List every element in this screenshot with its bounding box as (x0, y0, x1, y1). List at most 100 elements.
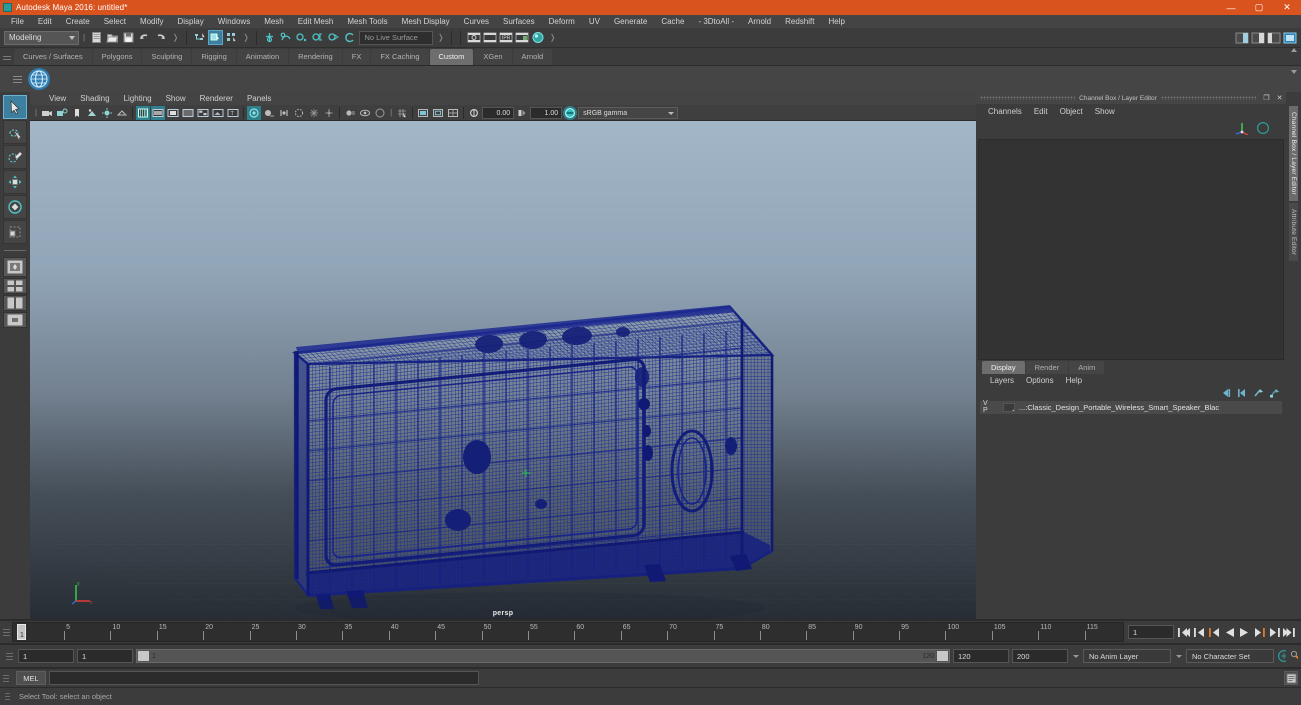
step-back-key-icon[interactable] (1208, 626, 1220, 639)
time-slider-track[interactable]: 1 5 10 15 20 25 30 35 40 45 50 55 60 65 70 75 80 85 90 95 1… (12, 622, 1124, 642)
auto-keyframe-icon[interactable] (1277, 649, 1286, 663)
new-scene-icon[interactable] (89, 30, 104, 45)
layer-menu-help[interactable]: Help (1060, 376, 1088, 385)
ipr-render-icon[interactable] (482, 30, 497, 45)
channelbox-menu-show[interactable]: Show (1089, 107, 1121, 116)
menu-item-curves[interactable]: Curves (457, 15, 496, 28)
snap-to-projected-center-icon[interactable] (310, 30, 325, 45)
manipulator-axis-icon[interactable] (1234, 119, 1250, 140)
close-button[interactable]: ✕ (1273, 0, 1301, 15)
resolution-gate-icon[interactable] (431, 106, 445, 120)
viewport-menu-show[interactable]: Show (159, 92, 193, 105)
gamma-field[interactable]: 1.00 (530, 106, 563, 119)
depth-of-field-icon[interactable] (322, 106, 336, 120)
save-scene-icon[interactable] (121, 30, 136, 45)
select-tool[interactable] (3, 95, 27, 119)
scale-tool[interactable] (3, 220, 27, 244)
channelbox-menu-object[interactable]: Object (1054, 107, 1089, 116)
select-camera-icon[interactable] (40, 106, 54, 120)
snap-to-point-icon[interactable] (294, 30, 309, 45)
xray-icon[interactable] (358, 106, 372, 120)
ambient-occlusion-icon[interactable] (277, 106, 291, 120)
menu-item-uv[interactable]: UV (582, 15, 607, 28)
channelbox-menu-channels[interactable]: Channels (982, 107, 1028, 116)
rotate-tool[interactable] (3, 195, 27, 219)
live-surface-field[interactable]: No Live Surface (359, 30, 434, 45)
3dtoall-globe-icon[interactable] (28, 68, 50, 90)
make-live-icon[interactable] (342, 30, 357, 45)
sidebar-toggle-channelbox-icon[interactable] (1234, 30, 1249, 45)
panel-drag-dots-right[interactable] (1160, 96, 1256, 100)
time-slider-handle[interactable] (0, 622, 12, 642)
anim-layer-field[interactable]: No Anim Layer (1083, 649, 1171, 663)
menu-item-modify[interactable]: Modify (133, 15, 171, 28)
select-by-hierarchy-icon[interactable] (192, 30, 207, 45)
four-view-layout[interactable] (3, 278, 27, 294)
range-bar[interactable]: 1 120 (136, 649, 950, 663)
channelbox-speed-icon[interactable] (1256, 121, 1270, 140)
current-frame-field[interactable]: 1 (1128, 625, 1174, 639)
shelf-tab-rigging[interactable]: Rigging (192, 48, 236, 65)
step-back-frame-icon[interactable] (1193, 626, 1205, 639)
layer-visibility-playback[interactable]: V P (983, 400, 999, 414)
move-tool[interactable] (3, 170, 27, 194)
menu-item-generate[interactable]: Generate (607, 15, 654, 28)
single-perspective-layout[interactable] (3, 257, 27, 277)
menu-item-select[interactable]: Select (97, 15, 133, 28)
menu-set-dropdown[interactable]: Modeling (4, 30, 79, 45)
menu-item-file[interactable]: File (4, 15, 31, 28)
smooth-shade-all-icon[interactable] (151, 105, 166, 120)
isolate-select-icon[interactable] (343, 106, 357, 120)
multisample-icon[interactable] (307, 106, 321, 120)
viewport-menu-panels[interactable]: Panels (240, 92, 278, 105)
side-tab-attribute-editor[interactable]: Attribute Editor (1289, 202, 1298, 262)
layer-tab-render[interactable]: Render (1025, 360, 1069, 374)
channel-box-content[interactable] (978, 139, 1284, 360)
statusline-collapse-3[interactable]: ❭ (241, 33, 252, 42)
viewport-menu-shading[interactable]: Shading (73, 92, 116, 105)
shelf-scroll-arrows[interactable] (1291, 48, 1299, 74)
go-to-start-icon[interactable] (1178, 626, 1190, 639)
select-by-component-icon[interactable] (224, 30, 239, 45)
layer-tab-display[interactable]: Display (982, 360, 1025, 374)
maximize-button[interactable]: ▢ (1245, 0, 1273, 15)
menu-item-windows[interactable]: Windows (211, 15, 257, 28)
grid-toggle-icon[interactable] (395, 106, 409, 120)
shelf-tab-animation[interactable]: Animation (236, 48, 289, 65)
go-to-end-icon[interactable] (1283, 626, 1295, 639)
image-plane-icon[interactable] (85, 106, 99, 120)
render-sequence-icon[interactable] (514, 30, 529, 45)
shelf-tab-polygons[interactable]: Polygons (92, 48, 142, 65)
two-pane-side-layout[interactable] (3, 295, 27, 311)
menu-item-edit-mesh[interactable]: Edit Mesh (291, 15, 341, 28)
render-settings-icon[interactable]: IPR (498, 30, 513, 45)
menu-item-mesh-tools[interactable]: Mesh Tools (340, 15, 394, 28)
range-slider-handle[interactable] (3, 646, 15, 666)
snap-to-grid-icon[interactable] (262, 30, 277, 45)
snap-to-curve-icon[interactable] (278, 30, 293, 45)
shelf-tab-arnold[interactable]: Arnold (512, 48, 553, 65)
range-start-field[interactable]: 1 (77, 649, 133, 663)
sidebar-toggle-all-icon[interactable] (1282, 30, 1297, 45)
statusline-collapse-2[interactable]: ❭ (170, 33, 181, 42)
shelf-handle[interactable] (0, 48, 14, 66)
viewport-toolbar-more[interactable]: | (388, 108, 394, 117)
layer-menu-layers[interactable]: Layers (984, 376, 1020, 385)
menu-item-help[interactable]: Help (821, 15, 851, 28)
animation-end-field[interactable]: 200 (1012, 649, 1068, 663)
play-forwards-icon[interactable] (1238, 626, 1250, 639)
menu-item-redshift[interactable]: Redshift (778, 15, 821, 28)
panel-drag-dots-left[interactable] (980, 96, 1076, 100)
open-scene-icon[interactable] (105, 30, 120, 45)
shelf-tab-custom[interactable]: Custom (429, 48, 474, 65)
statusline-collapse-4[interactable]: ❭ (435, 33, 446, 42)
viewport-menu-renderer[interactable]: Renderer (193, 92, 240, 105)
range-end-field[interactable]: 120 (953, 649, 1009, 663)
viewport-menu-lighting[interactable]: Lighting (117, 92, 159, 105)
lasso-select-tool[interactable] (3, 120, 27, 144)
range-bar-left-grip[interactable] (138, 651, 149, 661)
scroll-up-icon[interactable] (1291, 48, 1297, 52)
shelf-tab-rendering[interactable]: Rendering (289, 48, 342, 65)
xray-joints-icon[interactable] (373, 106, 387, 120)
shelf-options-handle[interactable] (8, 70, 26, 88)
